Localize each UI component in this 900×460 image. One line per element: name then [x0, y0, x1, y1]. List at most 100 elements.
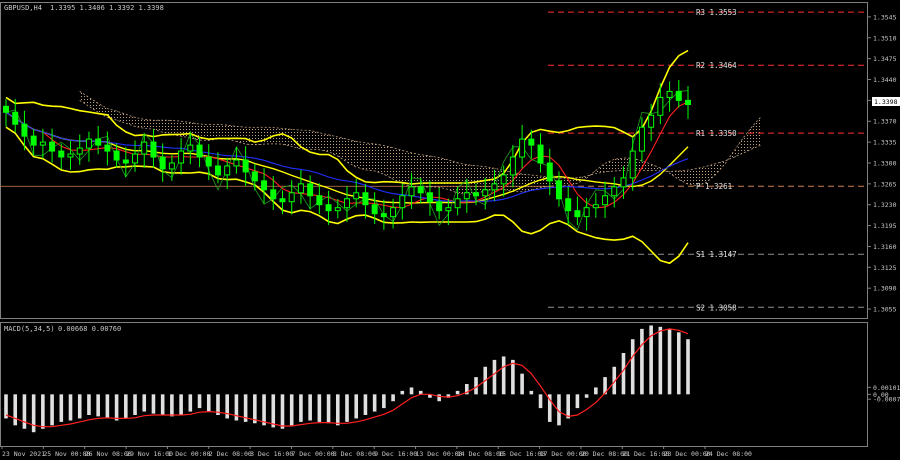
candle-body: [325, 204, 332, 212]
macd-histogram-bar: [87, 394, 91, 415]
macd-histogram-bar: [676, 332, 681, 395]
macd-histogram-bar: [326, 394, 331, 424]
candle-body: [500, 174, 507, 185]
candle-body: [491, 183, 498, 191]
candle-body: [104, 144, 111, 152]
macd-histogram-bar: [188, 394, 193, 412]
candle-body: [371, 204, 378, 215]
time-tick-label: 9 Dec 16:00: [374, 450, 417, 458]
macd-histogram-bar: [630, 339, 635, 395]
macd-histogram-bar: [77, 394, 82, 419]
candle-body: [288, 192, 295, 203]
candle-body: [159, 156, 166, 170]
time-tick-label: 20 Dec 08:00: [581, 450, 628, 458]
macd-histogram-bar: [594, 387, 598, 395]
macd-histogram-bar: [160, 394, 165, 415]
time-tick-label: 23 Nov 2021: [2, 450, 45, 458]
candle-body: [528, 138, 535, 146]
candle-body: [583, 207, 590, 218]
macd-histogram-bar: [13, 394, 18, 426]
macd-histogram-bar: [59, 394, 64, 422]
time-tick-label: 15 Dec 16:00: [498, 450, 545, 458]
candle-body: [85, 138, 92, 149]
candle-body: [399, 195, 406, 209]
macd-histogram-bar: [22, 394, 27, 429]
time-tick-label: 8 Dec 08:00: [333, 450, 376, 458]
candle-body: [390, 207, 397, 218]
macd-histogram-bar: [437, 394, 441, 402]
macd-histogram-bar: [142, 394, 147, 412]
macd-histogram-bar: [363, 394, 368, 415]
current-price-text: 1.3398: [874, 98, 898, 106]
candle-body: [445, 207, 452, 212]
candle-body: [592, 204, 599, 209]
macd-histogram-bar: [584, 394, 589, 398]
macd-histogram-bar: [151, 394, 156, 414]
macd-histogram-bar: [124, 394, 128, 419]
symbol-label: GBPUSD,H4: [4, 4, 42, 12]
time-tick-label: 13 Dec 00:00: [416, 450, 463, 458]
candle-body: [509, 156, 516, 176]
macd-histogram-bar: [206, 394, 211, 412]
candle-body: [270, 189, 277, 200]
candle-body: [436, 201, 443, 212]
candle-body: [353, 192, 360, 200]
price-tick-label: 1.3300: [873, 159, 897, 167]
price-tick-label: 1.3440: [873, 76, 897, 84]
macd-values: 0.00668 0.00760: [58, 325, 121, 333]
price-tick-label: 1.3090: [873, 285, 897, 293]
candle-body: [95, 138, 102, 146]
time-tick-label: 24 Dec 08:00: [705, 450, 752, 458]
candle-body: [620, 177, 627, 188]
pivot-label-r2: R2 1.3464: [696, 61, 737, 70]
price-tick-label: 1.3230: [873, 201, 897, 209]
macd-histogram-bar: [317, 394, 322, 422]
candle-body: [648, 114, 655, 128]
candle-body: [555, 180, 562, 200]
candle-body: [279, 198, 286, 203]
candle-body: [362, 192, 369, 206]
trading-chart-window: R3 1.3553 R2 1.3464 R1 1.3350 P 1.3261 S1 1.…: [0, 0, 900, 460]
macd-histogram-bar: [299, 394, 303, 422]
time-tick-label: 1 Dec 00:00: [167, 450, 210, 458]
candle-body: [675, 90, 682, 101]
price-tick-label: 1.3510: [873, 34, 897, 42]
candle-body: [178, 150, 185, 164]
price-tick-label: 1.3370: [873, 118, 897, 126]
candle-body: [463, 192, 470, 200]
time-tick-label: 23 Dec 00:00: [664, 450, 711, 458]
candle-body: [602, 195, 609, 206]
candle-body: [297, 183, 304, 194]
candle-body: [537, 144, 544, 164]
macd-histogram-bar: [520, 373, 524, 395]
candle-body: [380, 213, 387, 218]
price-tick-label: 1.3055: [873, 306, 897, 314]
candle-body: [574, 210, 581, 218]
candle-body: [205, 156, 212, 167]
candle-body: [426, 192, 433, 203]
macd-tick-label: -0.00071: [873, 396, 900, 404]
price-axis: 1.35451.35101.34751.34401.34051.33701.33…: [868, 13, 897, 314]
macd-histogram-bar: [345, 394, 349, 422]
chart-canvas[interactable]: R3 1.3553 R2 1.3464 R1 1.3350 P 1.3261 S1 1.…: [0, 0, 900, 460]
macd-histogram-bar: [538, 394, 543, 409]
pivot-label-r3: R3 1.3553: [696, 8, 737, 17]
candle-body: [565, 198, 572, 212]
candle-body: [242, 159, 249, 173]
candle-body: [408, 186, 415, 197]
candle-body: [454, 198, 461, 209]
candle-body: [150, 141, 157, 158]
candle-body: [49, 141, 56, 152]
chart-background: [0, 0, 900, 460]
candle-body: [417, 186, 424, 194]
price-tick-label: 1.3265: [873, 180, 897, 188]
time-tick-label: 26 Nov 08:00: [85, 450, 132, 458]
macd-histogram-bar: [455, 390, 460, 395]
candle-body: [519, 138, 526, 158]
price-tick-label: 1.3125: [873, 264, 897, 272]
price-tick-label: 1.3195: [873, 222, 897, 230]
macd-histogram-bar: [640, 328, 644, 395]
candle-body: [113, 150, 120, 161]
time-tick-label: 2 Dec 08:00: [209, 450, 252, 458]
candle-body: [638, 126, 645, 152]
